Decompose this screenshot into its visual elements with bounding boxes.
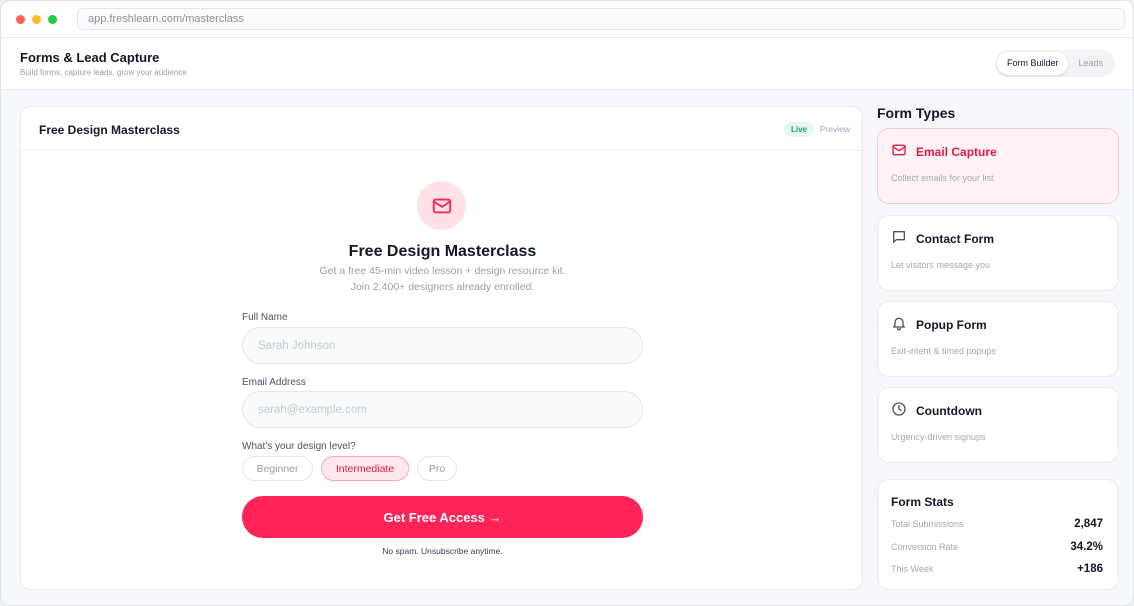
form-type-desc: Exit-intent & timed popups (891, 346, 997, 356)
bell-icon (893, 317, 905, 331)
form-description-line-1: Get a free 45-min video lesson + design … (319, 265, 566, 277)
stat-row-conversion-rate: Conversion Rate 34.2% (891, 541, 1103, 553)
page-subtitle: Build forms, capture leads, grow your au… (20, 68, 187, 77)
level-option-beginner[interactable]: Beginner (242, 456, 313, 481)
stat-row-this-week: This Week +186 (891, 563, 1103, 575)
stat-value: 2,847 (1074, 518, 1103, 530)
stat-value: 34.2% (1070, 541, 1103, 553)
address-bar[interactable]: app.freshlearn.com/masterclass (77, 8, 1125, 30)
maximize-window-dot[interactable] (48, 14, 57, 24)
form-type-name: Popup Form (916, 318, 987, 332)
form-types-heading: Form Types (877, 105, 956, 121)
form-type-popup-form[interactable]: Popup Form Exit-intent & timed popups (877, 301, 1119, 377)
form-type-email-capture[interactable]: Email Capture Collect emails for your li… (877, 128, 1119, 204)
form-title: Free Design Masterclass (348, 243, 537, 260)
stat-row-total-submissions: Total Submissions 2,847 (891, 518, 1103, 530)
app-header: Forms & Lead Capture Build forms, captur… (1, 38, 1133, 90)
form-preview-card: Free Design Masterclass Live Preview Fre… (20, 106, 863, 590)
stat-value: +186 (1077, 563, 1103, 575)
full-name-label: Full Name (242, 312, 288, 323)
message-icon (893, 231, 905, 243)
stat-label: This Week (891, 564, 934, 574)
design-level-label: What's your design level? (242, 441, 356, 452)
form-type-desc: Collect emails for your list (891, 173, 994, 183)
form-type-name: Countdown (916, 404, 982, 418)
form-stats-title: Form Stats (891, 495, 954, 509)
minimize-window-dot[interactable] (32, 14, 41, 24)
form-type-countdown[interactable]: Countdown Urgency-driven signups (877, 387, 1119, 463)
form-type-name: Email Capture (916, 145, 997, 159)
mail-icon (892, 144, 906, 156)
live-status-badge: Live (783, 122, 814, 137)
get-free-access-button[interactable]: Get Free Access → (242, 496, 643, 538)
level-option-pro[interactable]: Pro (417, 456, 457, 481)
level-option-intermediate[interactable]: Intermediate (321, 456, 409, 481)
mail-icon (432, 198, 451, 213)
tab-leads[interactable]: Leads (1068, 52, 1113, 75)
card-title: Free Design Masterclass (39, 123, 180, 137)
clock-icon (892, 402, 906, 416)
email-label: Email Address (242, 377, 306, 388)
close-window-dot[interactable] (16, 14, 25, 24)
stat-label: Total Submissions (891, 519, 964, 529)
form-type-name: Contact Form (916, 232, 994, 246)
form-type-desc: Let visitors message you (891, 260, 991, 270)
spam-disclaimer: No spam. Unsubscribe anytime. (382, 546, 503, 556)
stat-label: Conversion Rate (891, 542, 959, 552)
form-type-contact-form[interactable]: Contact Form Let visitors message you (877, 215, 1119, 291)
form-description-line-2: Join 2,400+ designers already enrolled. (350, 281, 535, 293)
app-window: app.freshlearn.com/masterclass Forms & L… (0, 0, 1134, 606)
form-type-desc: Urgency-driven signups (891, 432, 986, 442)
full-name-input[interactable] (242, 327, 643, 364)
form-stats-card: Form Stats Total Submissions 2,847 Conve… (877, 479, 1119, 590)
browser-chrome: app.freshlearn.com/masterclass (1, 1, 1133, 38)
preview-link[interactable]: Preview (820, 124, 850, 134)
tab-form-builder[interactable]: Form Builder (996, 52, 1069, 75)
form-icon-badge (417, 181, 466, 230)
page-title: Forms & Lead Capture (20, 50, 160, 65)
email-input[interactable] (242, 391, 643, 428)
card-header: Free Design Masterclass Live Preview (21, 107, 862, 151)
view-switcher: Form Builder Leads (994, 50, 1115, 77)
